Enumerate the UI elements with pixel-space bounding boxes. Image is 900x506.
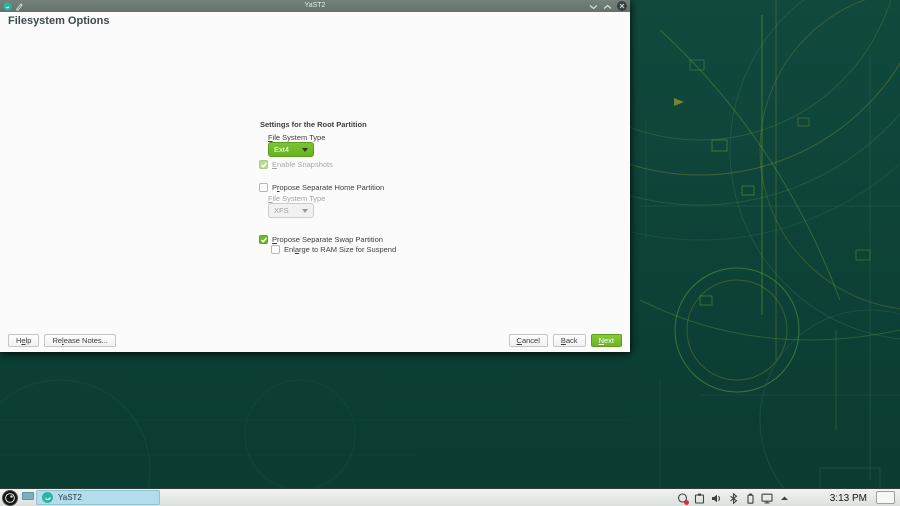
chevron-down-icon: [302, 148, 308, 152]
root-fs-type-value: Ext4: [274, 145, 289, 154]
minimize-button[interactable]: [589, 0, 598, 15]
button-bar: Help Release Notes... Cancel Back Next: [0, 334, 630, 348]
gecko-icon: [4, 492, 16, 504]
display-icon[interactable]: [761, 492, 773, 504]
root-fs-type-label: File System Type: [268, 133, 325, 142]
expand-caret-icon[interactable]: [778, 492, 790, 504]
checkbox-box: [259, 160, 268, 169]
page-title: Filesystem Options: [8, 15, 109, 27]
enable-snapshots-checkbox: Enable Snapshots: [259, 160, 333, 169]
root-settings-title: Settings for the Root Partition: [260, 120, 367, 129]
cancel-button[interactable]: Cancel: [509, 334, 548, 347]
checkbox-box[interactable]: [271, 245, 280, 254]
release-notes-button[interactable]: Release Notes...: [44, 334, 115, 347]
close-button[interactable]: [617, 1, 627, 11]
root-fs-type-select[interactable]: Ext4: [268, 142, 314, 157]
back-button[interactable]: Back: [553, 334, 586, 347]
task-label: YaST2: [58, 493, 82, 502]
taskbar: YaST2: [0, 488, 900, 506]
desktop-pager[interactable]: [22, 492, 34, 500]
swap-partition-label: Propose Separate Swap Partition: [272, 235, 383, 244]
chevron-down-icon: [302, 209, 308, 213]
clipboard-icon[interactable]: [693, 492, 705, 504]
home-fs-type-select: XFS: [268, 203, 314, 218]
home-partition-checkbox[interactable]: Propose Separate Home Partition: [259, 183, 384, 192]
updates-icon[interactable]: [676, 492, 688, 504]
update-badge: [684, 500, 689, 505]
maximize-button[interactable]: [603, 0, 612, 15]
application-menu-button[interactable]: [2, 490, 18, 506]
enable-snapshots-label: Enable Snapshots: [272, 160, 333, 169]
checkbox-box[interactable]: [259, 235, 268, 244]
help-button[interactable]: Help: [8, 334, 39, 347]
next-button[interactable]: Next: [591, 334, 622, 347]
window-title: YaST2: [0, 0, 630, 12]
home-fs-type-label: File System Type: [268, 194, 325, 203]
window-titlebar[interactable]: YaST2: [0, 0, 630, 12]
enlarge-ram-checkbox[interactable]: Enlarge to RAM Size for Suspend: [271, 245, 396, 254]
system-tray: [676, 489, 790, 506]
yast-icon: [42, 492, 53, 503]
swap-partition-checkbox[interactable]: Propose Separate Swap Partition: [259, 235, 383, 244]
enlarge-ram-label: Enlarge to RAM Size for Suspend: [284, 245, 396, 254]
yast-window: YaST2 Filesystem Options Settings for th…: [0, 0, 630, 352]
checkbox-box[interactable]: [259, 183, 268, 192]
volume-icon[interactable]: [710, 492, 722, 504]
desktop: YaST2 Filesystem Options Settings for th…: [0, 0, 900, 506]
bluetooth-icon[interactable]: [727, 492, 739, 504]
home-fs-type-value: XFS: [274, 206, 289, 215]
task-button-yast2[interactable]: YaST2: [36, 490, 160, 505]
show-desktop-button[interactable]: [876, 491, 895, 504]
clock[interactable]: 3:13 PM: [830, 489, 867, 506]
battery-icon[interactable]: [744, 492, 756, 504]
home-partition-label: Propose Separate Home Partition: [272, 183, 384, 192]
